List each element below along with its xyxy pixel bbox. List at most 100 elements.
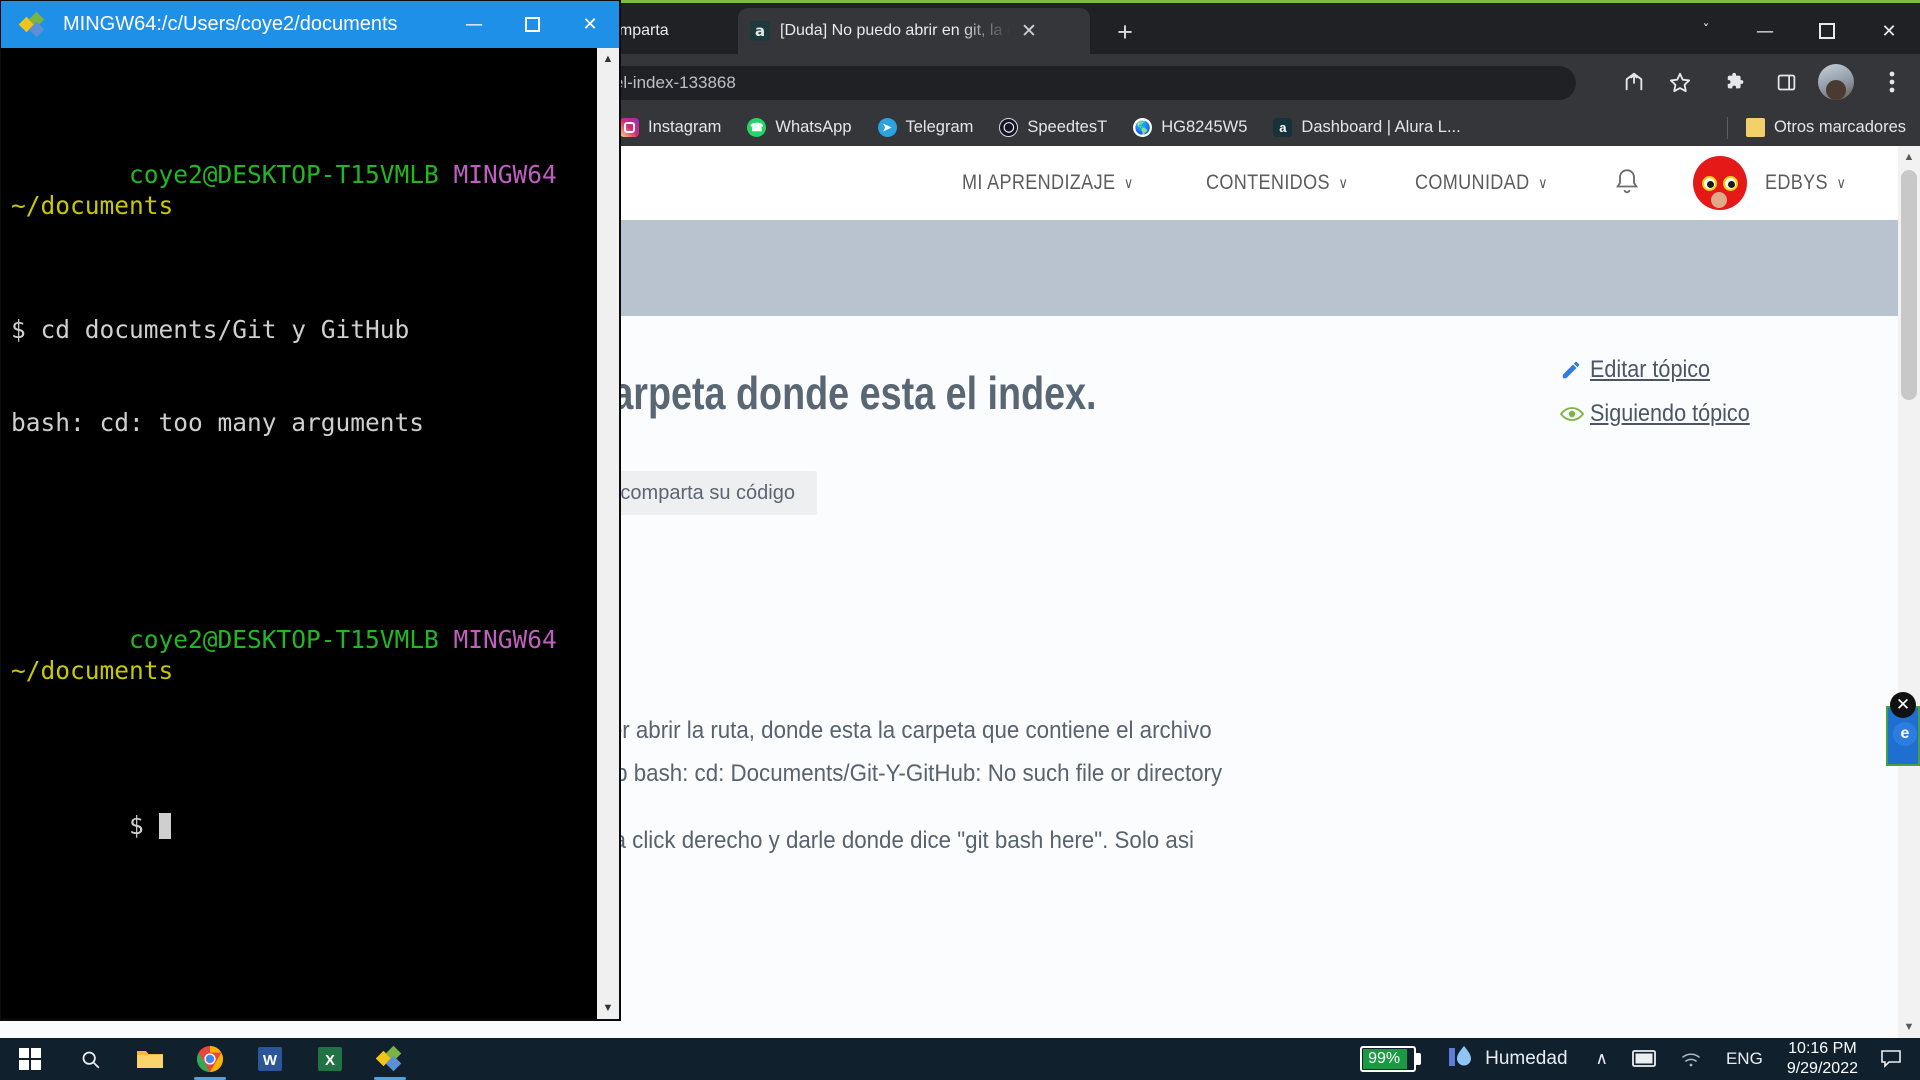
terminal-scrollbar[interactable]: ▲ ▼ [597, 48, 619, 1019]
following-topic-link[interactable]: Siguiendo tópico [1560, 400, 1860, 428]
tab-title: comparta [602, 22, 669, 39]
floating-widget[interactable]: ✕ e [1886, 692, 1920, 766]
minimize-button[interactable]: — [1734, 6, 1796, 56]
terminal-cursor [158, 813, 171, 839]
avatar-eye-right [1723, 176, 1739, 191]
file-explorer-icon[interactable] [120, 1038, 180, 1080]
avatar[interactable] [1693, 156, 1748, 210]
battery-nub [1416, 1053, 1422, 1065]
terminal-window-controls: — ✕ [445, 1, 619, 48]
search-icon[interactable] [60, 1038, 120, 1080]
clock-date: 9/29/2022 [1786, 1060, 1858, 1077]
terminal-output[interactable]: coye2@DESKTOP-T15VMLB MINGW64 ~/document… [1, 48, 597, 1019]
divider [1726, 116, 1728, 139]
nav-label: MI APRENDIZAJE [961, 171, 1116, 194]
language-indicator[interactable]: ENG [1726, 1049, 1763, 1069]
humidity-label: Humedad [1485, 1048, 1568, 1069]
bookmark-alura-dashboard[interactable]: a Dashboard | Alura L... [1273, 114, 1461, 142]
terminal-line: bash: cd: too many arguments [11, 408, 425, 437]
extensions-puzzle-icon[interactable] [1716, 62, 1756, 102]
nav-item-comunidad[interactable]: COMUNIDAD ∨ [1415, 171, 1548, 195]
notification-icon[interactable] [1880, 1049, 1902, 1069]
word-icon[interactable]: W [240, 1038, 300, 1080]
bookmark-label: Instagram [648, 118, 722, 136]
avatar-eye-left [1702, 176, 1718, 191]
new-tab-button[interactable]: + [1110, 17, 1140, 47]
page-scrollbar[interactable]: ▲ ▼ [1898, 146, 1920, 1038]
nav-item-contenidos[interactable]: CONTENIDOS ∨ [1206, 171, 1348, 195]
tray-expand-chevron-icon[interactable]: ∧ [1596, 1049, 1608, 1069]
close-button[interactable]: ✕ [561, 1, 619, 48]
nav-label: CONTENIDOS [1205, 171, 1330, 194]
pencil-icon [1560, 359, 1590, 381]
terminal-line: $ cd documents/Git y GitHub [11, 315, 410, 344]
excel-icon[interactable]: X [300, 1038, 360, 1080]
chevron-down-icon: ∨ [1123, 175, 1134, 192]
terminal-line-current: $ [11, 779, 587, 872]
share-icon[interactable] [1614, 62, 1654, 102]
bookmark-instagram[interactable]: Instagram [620, 114, 721, 142]
other-bookmarks-folder[interactable]: Otros marcadores [1745, 114, 1906, 142]
scroll-up-arrow-icon[interactable]: ▲ [1898, 146, 1920, 168]
maximize-button[interactable] [503, 1, 561, 48]
bookmark-speedtest[interactable]: ◯ SpeedtesT [999, 114, 1107, 142]
eye-icon [1560, 405, 1590, 423]
bookmark-label: Dashboard | Alura L... [1301, 118, 1461, 136]
topic-side-actions: Editar tópico Siguiendo tópico [1560, 356, 1860, 444]
minimize-button[interactable]: — [445, 1, 503, 48]
bookmark-router[interactable]: 🌎 HG8245W5 [1133, 114, 1247, 142]
following-topic-label: Siguiendo tópico [1590, 400, 1750, 427]
terminal-prompt-user: coye2@DESKTOP-T15VMLB [129, 625, 454, 654]
screen: comparta ✕ a [Duda] No puedo abrir en gi… [0, 0, 1920, 1080]
git-bash-icon[interactable] [360, 1038, 420, 1080]
scroll-up-arrow-icon[interactable]: ▲ [597, 48, 619, 70]
git-bash-icon [18, 11, 47, 39]
terminal-prompt-shell: MINGW64 [453, 160, 572, 189]
edit-topic-link[interactable]: Editar tópico [1560, 356, 1860, 384]
bookmark-label: Telegram [905, 118, 974, 136]
scroll-down-arrow-icon[interactable]: ▼ [1898, 1016, 1920, 1038]
taskbar-clock[interactable]: 10:16 PM 9/29/2022 [1787, 1039, 1858, 1079]
whatsapp-icon: ☎ [747, 118, 767, 137]
chrome-icon[interactable] [180, 1038, 240, 1080]
maximize-button[interactable] [1796, 6, 1858, 56]
scroll-down-arrow-icon[interactable]: ▼ [597, 997, 619, 1019]
terminal-title-bar[interactable]: MINGW64:/c/Users/coye2/documents — ✕ [1, 1, 619, 48]
folder-icon [1745, 118, 1765, 137]
close-button[interactable]: ✕ [1858, 6, 1920, 56]
close-icon[interactable]: ✕ [1890, 692, 1916, 718]
chevron-down-icon: ∨ [1537, 175, 1548, 192]
telegram-icon: ➤ [877, 118, 897, 137]
chrome-menu-icon[interactable] [1872, 62, 1912, 102]
mingw64-terminal-window: MINGW64:/c/Users/coye2/documents — ✕ coy… [0, 0, 620, 1020]
terminal-prompt-user: coye2@DESKTOP-T15VMLB [129, 160, 454, 189]
wifi-icon[interactable] [1680, 1050, 1702, 1068]
close-icon[interactable]: ✕ [1016, 18, 1042, 44]
notification-bell-icon[interactable] [1613, 167, 1641, 199]
humidity-widget[interactable]: Humedad [1449, 1043, 1568, 1076]
sidepanel-icon[interactable] [1766, 62, 1806, 102]
windows-start-icon[interactable] [0, 1038, 60, 1080]
nav-item-mi-aprendizaje[interactable]: MI APRENDIZAJE ∨ [962, 171, 1134, 195]
display-icon[interactable] [1632, 1050, 1656, 1068]
terminal-prompt-path: ~/documents [11, 656, 174, 685]
chevron-down-icon: ∨ [1836, 175, 1847, 192]
bookmark-star-icon[interactable] [1660, 62, 1700, 102]
terminal-line: coye2@DESKTOP-T15VMLB MINGW64 ~/document… [11, 593, 587, 717]
speedtest-icon: ◯ [999, 118, 1019, 137]
globe-icon: 🌎 [1133, 118, 1153, 137]
chevron-down-icon[interactable]: ˇ [1678, 6, 1734, 56]
widget-body-icon[interactable]: e [1893, 722, 1917, 746]
bookmark-whatsapp[interactable]: ☎ WhatsApp [747, 114, 852, 142]
nav-user-menu[interactable]: EDBYS ∨ [1765, 171, 1846, 195]
terminal-prompt-shell: MINGW64 [453, 625, 572, 654]
nav-label: COMUNIDAD [1414, 171, 1530, 194]
scrollbar-thumb[interactable] [1901, 170, 1917, 400]
profile-avatar[interactable] [1818, 64, 1854, 100]
battery-indicator[interactable]: 99% [1360, 1046, 1422, 1072]
browser-tab-active[interactable]: a [Duda] No puedo abrir en git, la c ✕ [738, 8, 1090, 54]
bookmark-telegram[interactable]: ➤ Telegram [877, 114, 974, 142]
tab-title: [Duda] No puedo abrir en git, la c [780, 22, 1010, 39]
chevron-down-icon: ∨ [1337, 175, 1348, 192]
